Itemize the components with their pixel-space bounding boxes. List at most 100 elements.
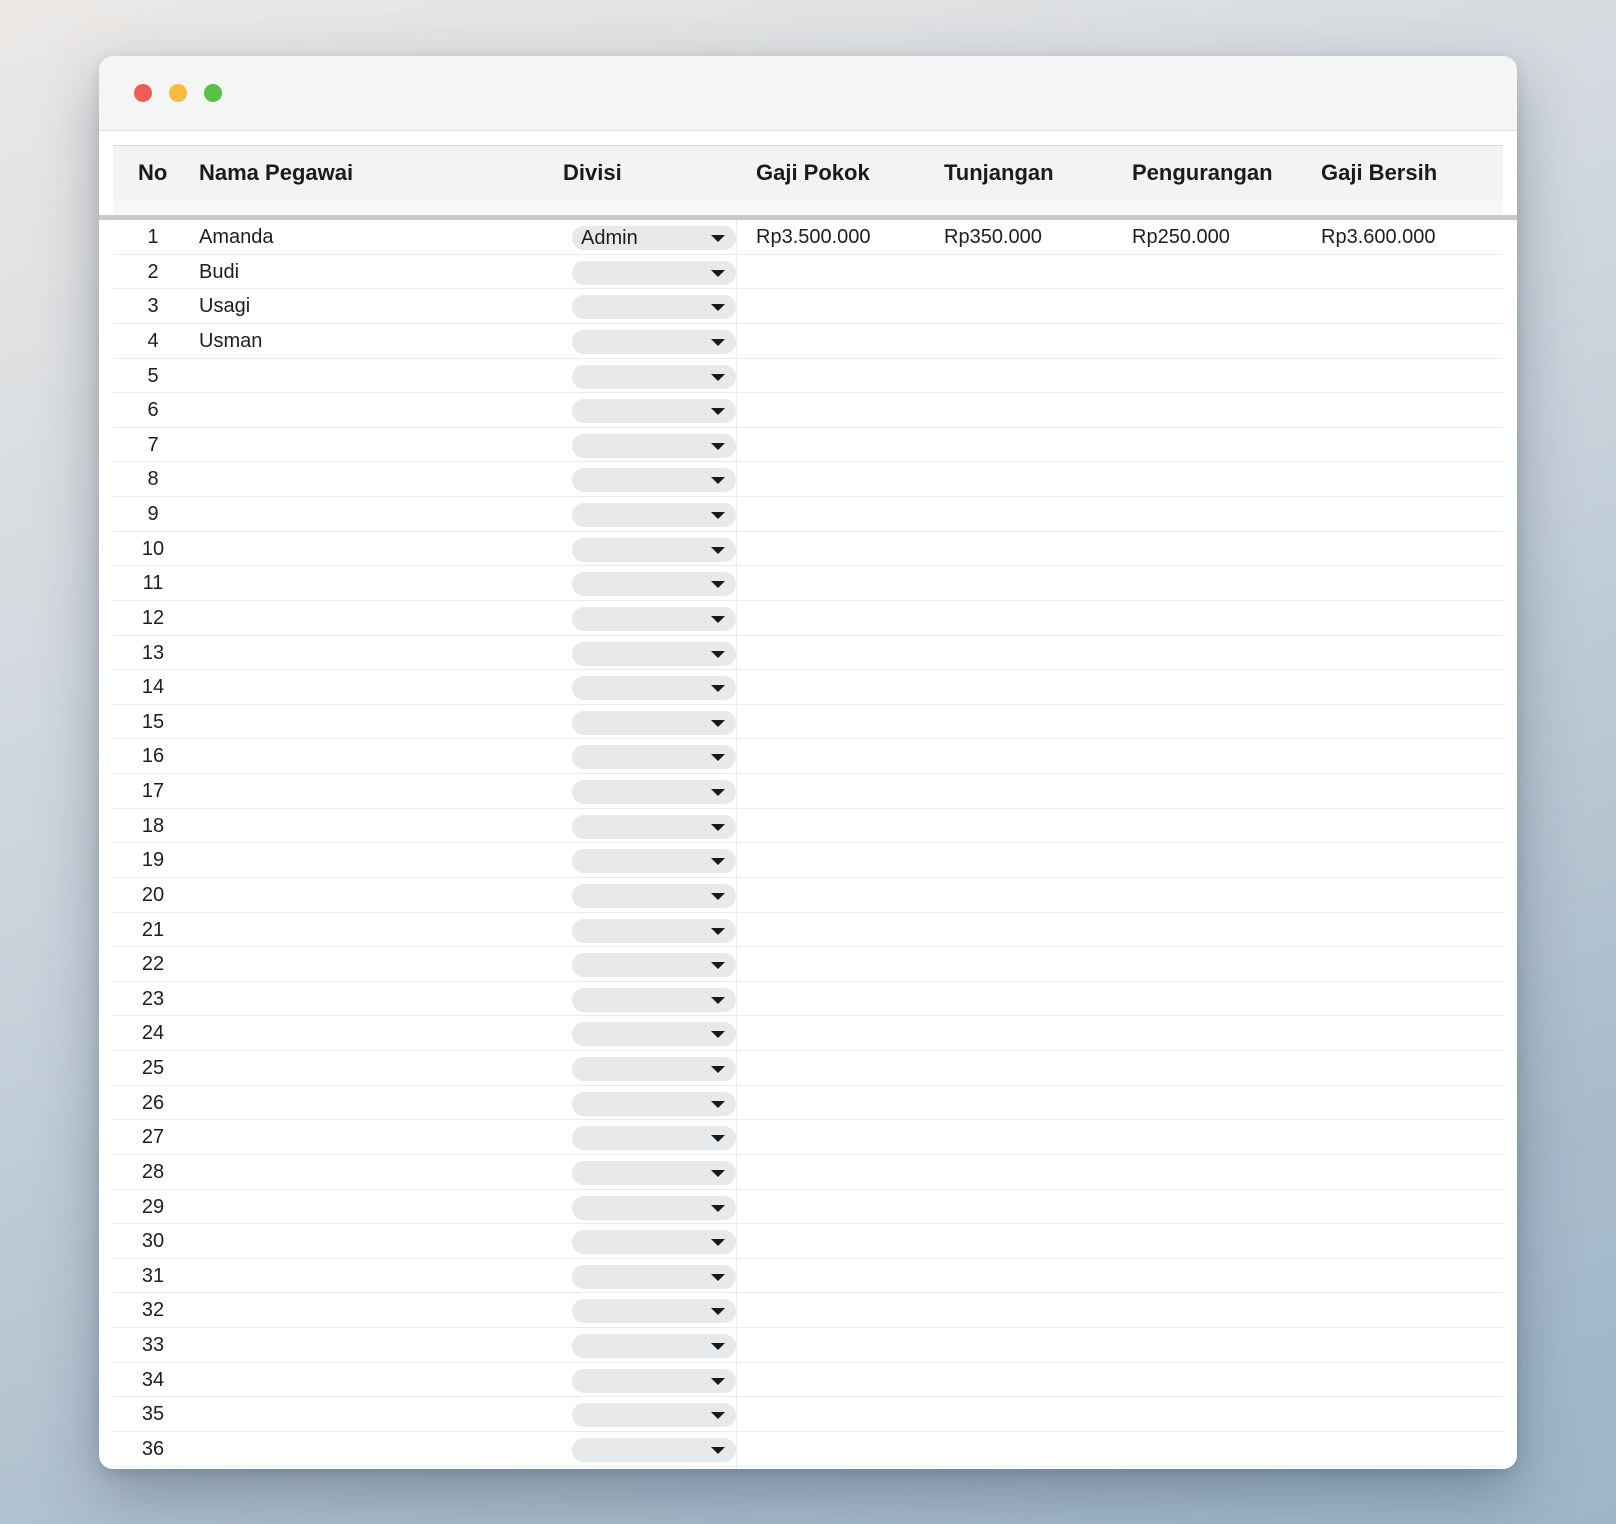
table-row[interactable]: 19 (113, 843, 1503, 878)
divisi-dropdown[interactable] (572, 676, 736, 701)
cell-no[interactable]: 6 (113, 393, 193, 427)
header-tunjangan[interactable]: Tunjangan (944, 146, 1054, 199)
cell-no[interactable]: 31 (113, 1259, 193, 1293)
table-row[interactable]: 8 (113, 462, 1503, 497)
caret-down-icon[interactable] (711, 546, 725, 554)
caret-down-icon[interactable] (711, 650, 725, 658)
cell-nama-pegawai[interactable]: Amanda (199, 220, 274, 254)
divisi-dropdown[interactable] (572, 1022, 736, 1047)
table-row[interactable]: 10 (113, 532, 1503, 567)
table-row[interactable]: 3 Usagi (113, 289, 1503, 324)
divisi-dropdown[interactable] (572, 710, 736, 735)
divisi-dropdown[interactable] (572, 780, 736, 804)
divisi-dropdown[interactable] (572, 364, 736, 389)
caret-down-icon[interactable] (711, 477, 725, 485)
divisi-dropdown[interactable] (572, 1195, 736, 1220)
header-pengurangan[interactable]: Pengurangan (1132, 146, 1273, 199)
table-row[interactable]: 17 (113, 774, 1503, 809)
maximize-window-icon[interactable] (204, 84, 222, 102)
divisi-dropdown[interactable] (572, 606, 736, 631)
divisi-dropdown[interactable] (572, 745, 736, 770)
cell-no[interactable]: 1 (113, 220, 193, 254)
cell-no[interactable]: 29 (113, 1190, 193, 1224)
divisi-dropdown[interactable] (572, 468, 736, 493)
cell-tunjangan[interactable]: Rp350.000 (944, 220, 1042, 254)
cell-no[interactable]: 4 (113, 324, 193, 358)
divisi-dropdown[interactable] (572, 849, 736, 874)
caret-down-icon[interactable] (711, 269, 725, 277)
divisi-dropdown[interactable] (572, 1126, 736, 1151)
table-row[interactable]: 36 (113, 1432, 1503, 1467)
cell-nama-pegawai[interactable]: Budi (199, 255, 239, 289)
cell-no[interactable]: 25 (113, 1051, 193, 1085)
divisi-dropdown[interactable] (572, 1403, 736, 1428)
table-row[interactable]: 32 (113, 1293, 1503, 1328)
caret-down-icon[interactable] (711, 235, 725, 242)
divisi-dropdown[interactable] (572, 260, 736, 285)
table-row[interactable]: 18 (113, 809, 1503, 844)
caret-down-icon[interactable] (711, 892, 725, 900)
cell-no[interactable]: 34 (113, 1363, 193, 1397)
caret-down-icon[interactable] (711, 1204, 725, 1212)
cell-pengurangan[interactable]: Rp250.000 (1132, 220, 1230, 254)
divisi-dropdown[interactable] (572, 399, 736, 424)
caret-down-icon[interactable] (711, 719, 725, 727)
cell-no[interactable]: 3 (113, 289, 193, 323)
cell-no[interactable]: 35 (113, 1397, 193, 1431)
divisi-dropdown[interactable] (572, 814, 736, 839)
cell-no[interactable]: 17 (113, 774, 193, 808)
divisi-dropdown[interactable] (572, 433, 736, 458)
table-row[interactable]: 9 (113, 497, 1503, 532)
divisi-dropdown[interactable] (572, 1264, 736, 1289)
cell-gaji-pokok[interactable]: Rp3.500.000 (756, 220, 871, 254)
caret-down-icon[interactable] (711, 754, 725, 762)
table-row[interactable]: 22 (113, 947, 1503, 982)
table-row[interactable]: 13 (113, 636, 1503, 671)
divisi-dropdown[interactable] (572, 953, 736, 978)
table-row[interactable]: 7 (113, 428, 1503, 463)
divisi-dropdown[interactable] (572, 641, 736, 666)
table-row[interactable]: 35 (113, 1397, 1503, 1432)
divisi-dropdown[interactable] (572, 1437, 736, 1462)
caret-down-icon[interactable] (711, 304, 725, 312)
table-row[interactable]: 26 (113, 1086, 1503, 1121)
divisi-dropdown[interactable] (572, 1091, 736, 1116)
cell-no[interactable]: 10 (113, 532, 193, 566)
table-row[interactable]: 25 (113, 1051, 1503, 1086)
table-row[interactable]: 15 (113, 705, 1503, 740)
table-row[interactable]: 31 (113, 1259, 1503, 1294)
caret-down-icon[interactable] (711, 1100, 725, 1108)
header-gaji-pokok[interactable]: Gaji Pokok (756, 146, 870, 199)
divisi-dropdown[interactable] (572, 1057, 736, 1081)
table-row[interactable]: 29 (113, 1190, 1503, 1225)
cell-no[interactable]: 12 (113, 601, 193, 635)
cell-no[interactable]: 19 (113, 843, 193, 877)
table-row[interactable]: 24 (113, 1016, 1503, 1051)
caret-down-icon[interactable] (711, 338, 725, 346)
caret-down-icon[interactable] (711, 962, 725, 970)
cell-no[interactable]: 13 (113, 636, 193, 670)
caret-down-icon[interactable] (711, 408, 725, 416)
cell-no[interactable]: 33 (113, 1328, 193, 1362)
caret-down-icon[interactable] (711, 927, 725, 935)
cell-no[interactable]: 14 (113, 670, 193, 704)
cell-no[interactable]: 2 (113, 255, 193, 289)
caret-down-icon[interactable] (711, 996, 725, 1004)
cell-no[interactable]: 16 (113, 739, 193, 773)
caret-down-icon[interactable] (711, 1239, 725, 1247)
caret-down-icon[interactable] (711, 858, 725, 866)
cell-no[interactable]: 15 (113, 705, 193, 739)
table-row[interactable]: 6 (113, 393, 1503, 428)
divisi-dropdown[interactable] (572, 503, 736, 527)
table-row[interactable]: 23 (113, 982, 1503, 1017)
cell-no[interactable]: 9 (113, 497, 193, 531)
cell-no[interactable]: 8 (113, 462, 193, 496)
cell-nama-pegawai[interactable]: Usman (199, 324, 262, 358)
caret-down-icon[interactable] (711, 1308, 725, 1316)
caret-down-icon[interactable] (711, 1412, 725, 1420)
caret-down-icon[interactable] (711, 373, 725, 381)
table-row[interactable]: 1 Amanda Admin Rp3.500.000 Rp350.000 Rp250.00… (113, 220, 1503, 255)
cell-no[interactable]: 18 (113, 809, 193, 843)
caret-down-icon[interactable] (711, 1031, 725, 1039)
cell-no[interactable]: 32 (113, 1293, 193, 1327)
